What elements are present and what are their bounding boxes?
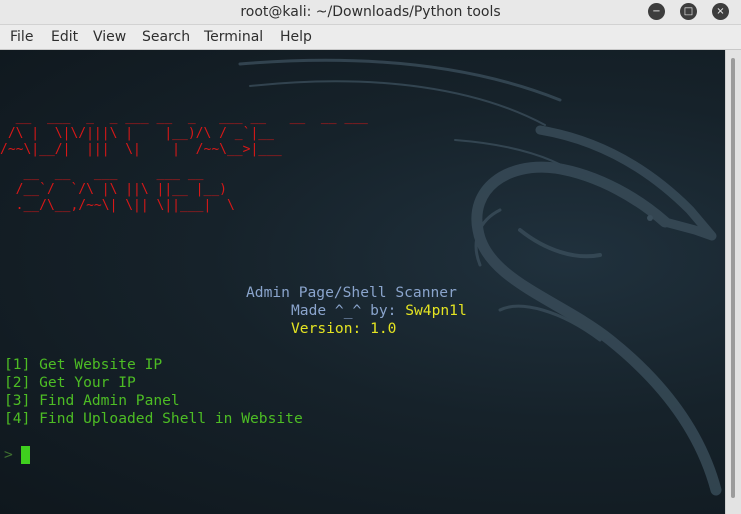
close-icon[interactable]: ×	[712, 3, 729, 20]
made-by-line: Made ^_^ by: Sw4pn1l	[291, 302, 467, 320]
menu-help[interactable]: Help	[280, 25, 312, 49]
menu-terminal[interactable]: Terminal	[204, 25, 263, 49]
menu-search[interactable]: Search	[142, 25, 190, 49]
menu-option: [1] Get Website IP	[4, 356, 163, 373]
banner-line: __ ___ _ _ ___ __ _ ___ __ __ __ ___	[0, 110, 376, 125]
scrollbar-thumb[interactable]	[731, 58, 735, 498]
menu-view[interactable]: View	[93, 25, 126, 49]
prompt-symbol: >	[4, 446, 13, 463]
title-bar[interactable]: root@kali: ~/Downloads/Python tools − □ …	[0, 0, 741, 25]
window-title: root@kali: ~/Downloads/Python tools	[240, 4, 501, 20]
version-value: 1.0	[370, 320, 397, 337]
terminal-output[interactable]: __ ___ _ _ ___ __ _ ___ __ __ __ ___ /\ …	[0, 50, 725, 514]
menu-bar: File Edit View Search Terminal Help	[0, 25, 741, 50]
made-by-label: Made ^_^ by:	[291, 302, 397, 319]
banner-line: /~~\|__/| ||| \| | /~~\__>|___	[0, 142, 282, 157]
menu-option: [3] Find Admin Panel	[4, 392, 180, 409]
minimize-icon[interactable]: −	[648, 3, 665, 20]
scrollbar[interactable]	[725, 50, 741, 514]
version-label: Version:	[291, 320, 362, 337]
menu-option: [4] Find Uploaded Shell in Website	[4, 410, 303, 427]
version-line: Version: 1.0	[291, 320, 396, 338]
maximize-icon[interactable]: □	[680, 3, 697, 20]
menu-file[interactable]: File	[10, 25, 33, 49]
terminal-window: root@kali: ~/Downloads/Python tools − □ …	[0, 0, 741, 514]
menu-option: [2] Get Your IP	[4, 374, 136, 391]
banner-line: __ __ ___ ___ __	[0, 166, 220, 181]
author-name: Sw4pn1l	[405, 302, 467, 319]
banner-line: .__/\__,/~~\| \|| \||___| \	[0, 198, 235, 213]
banner-line: /\ | \|\/|||\ | |__)/\ / _`|__	[0, 126, 274, 141]
menu-edit[interactable]: Edit	[51, 25, 78, 49]
banner-line: /__`/ `/\ |\ ||\ ||__ |__)	[0, 182, 235, 197]
input-cursor[interactable]	[21, 446, 30, 464]
app-header-title: Admin Page/Shell Scanner	[246, 284, 457, 301]
